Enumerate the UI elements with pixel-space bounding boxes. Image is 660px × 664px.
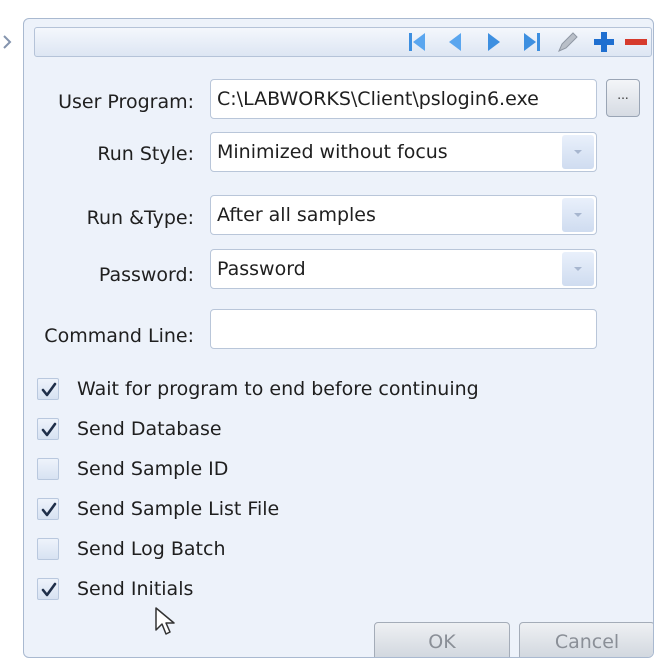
run-style-select[interactable]: Minimized without focus <box>210 132 597 172</box>
browse-button[interactable]: ... <box>606 79 640 117</box>
option-label: Send Initials <box>77 578 194 600</box>
last-record-icon[interactable] <box>519 30 545 54</box>
run-type-select[interactable]: After all samples <box>210 195 597 235</box>
previous-record-icon[interactable] <box>443 30 469 54</box>
checkbox-checked[interactable] <box>37 418 59 440</box>
option-label: Send Sample ID <box>77 458 229 480</box>
mouse-cursor-icon <box>154 606 176 642</box>
run-style-label: Run Style: <box>97 143 194 165</box>
chevron-down-icon[interactable] <box>562 198 594 232</box>
delete-icon[interactable] <box>623 30 649 54</box>
checkbox-checked[interactable] <box>37 498 59 520</box>
password-select[interactable]: Password <box>210 249 597 289</box>
checkbox-unchecked[interactable] <box>37 458 59 480</box>
cancel-button[interactable]: Cancel <box>519 622 653 657</box>
option-label: Send Database <box>77 418 222 440</box>
next-record-icon[interactable] <box>481 30 507 54</box>
checkbox-checked[interactable] <box>37 578 59 600</box>
password-value: Password <box>217 258 306 280</box>
checkbox-checked[interactable] <box>37 378 59 400</box>
add-icon[interactable] <box>591 30 617 54</box>
ok-button[interactable]: OK <box>374 622 510 657</box>
collapse-chevron-icon[interactable] <box>2 35 16 51</box>
run-style-value: Minimized without focus <box>217 141 448 163</box>
option-label: Send Sample List File <box>77 498 280 520</box>
run-type-label: Run &Type: <box>86 207 194 229</box>
option-label: Send Log Batch <box>77 538 226 560</box>
chevron-down-icon[interactable] <box>562 252 594 286</box>
command-line-input[interactable] <box>210 309 597 349</box>
run-type-value: After all samples <box>217 204 376 226</box>
checkbox-unchecked[interactable] <box>37 538 59 560</box>
user-program-input[interactable]: C:\LABWORKS\Client\pslogin6.exe <box>210 79 597 119</box>
first-record-icon[interactable] <box>405 30 431 54</box>
option-label: Wait for program to end before continuin… <box>77 378 479 400</box>
command-line-label: Command Line: <box>44 325 194 347</box>
password-label: Password: <box>98 264 194 286</box>
edit-icon[interactable] <box>555 30 581 54</box>
user-program-dialog: User Program: C:\LABWORKS\Client\pslogin… <box>23 18 654 658</box>
user-program-label: User Program: <box>58 91 194 113</box>
navigation-toolbar <box>34 27 652 57</box>
chevron-down-icon[interactable] <box>562 135 594 169</box>
